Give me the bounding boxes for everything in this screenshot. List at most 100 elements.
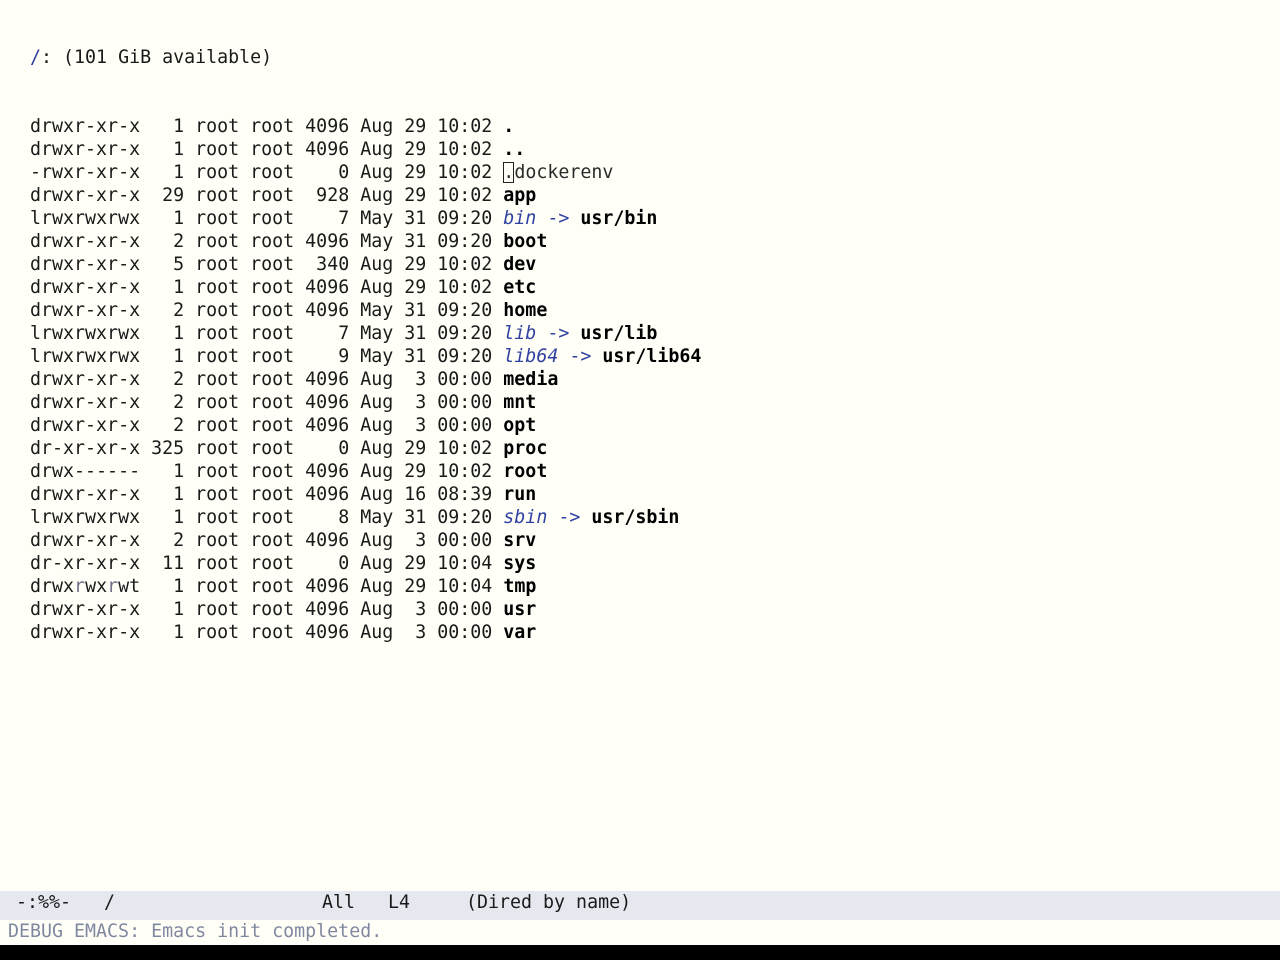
- file-name[interactable]: etc: [503, 277, 536, 298]
- file-row[interactable]: drwxr-xr-x 1 root root 4096 Aug 3 00:00 …: [8, 621, 1268, 644]
- file-name[interactable]: app: [503, 185, 536, 206]
- file-size: 4096: [294, 116, 350, 137]
- file-size: 0: [294, 162, 350, 183]
- file-row[interactable]: drwx------ 1 root root 4096 Aug 29 10:02…: [8, 460, 1268, 483]
- echo-area: DEBUG EMACS: Emacs init completed.: [8, 921, 383, 942]
- file-row[interactable]: drwxr-xr-x 1 root root 4096 Aug 29 10:02…: [8, 115, 1268, 138]
- file-links: 1: [140, 208, 185, 229]
- file-row[interactable]: drwxr-xr-x 2 root root 4096 Aug 3 00:00 …: [8, 391, 1268, 414]
- perm-other-write: r: [107, 576, 119, 597]
- file-date: Aug 3 00:00: [349, 415, 504, 436]
- file-row[interactable]: -rwxr-xr-x 1 root root 0 Aug 29 10:02 .d…: [8, 161, 1268, 184]
- dired-buffer[interactable]: /: (101 GiB available) drwxr-xr-x 1 root…: [8, 0, 1268, 885]
- file-name[interactable]: .: [503, 116, 514, 137]
- file-name[interactable]: root: [503, 461, 547, 482]
- file-owner: root: [184, 323, 240, 344]
- file-group: root: [239, 277, 295, 298]
- file-name[interactable]: tmp: [503, 576, 536, 597]
- file-name[interactable]: ..: [503, 139, 525, 160]
- symlink-target[interactable]: usr/lib64: [602, 346, 701, 367]
- file-row[interactable]: dr-xr-xr-x 11 root root 0 Aug 29 10:04 s…: [8, 552, 1268, 575]
- file-size: 4096: [294, 461, 350, 482]
- file-links: 1: [140, 277, 185, 298]
- file-name[interactable]: .dockerenv: [503, 162, 613, 183]
- file-row[interactable]: drwxr-xr-x 2 root root 4096 Aug 3 00:00 …: [8, 368, 1268, 391]
- file-row[interactable]: drwxr-xr-x 1 root root 4096 Aug 3 00:00 …: [8, 598, 1268, 621]
- file-row[interactable]: dr-xr-xr-x 325 root root 0 Aug 29 10:02 …: [8, 437, 1268, 460]
- file-name[interactable]: boot: [503, 231, 547, 252]
- file-group: root: [239, 392, 295, 413]
- file-size: 4096: [294, 576, 350, 597]
- file-name[interactable]: sys: [503, 553, 536, 574]
- file-name[interactable]: lib64: [503, 346, 558, 367]
- file-name[interactable]: home: [503, 300, 547, 321]
- file-row[interactable]: lrwxrwxrwx 1 root root 9 May 31 09:20 li…: [8, 345, 1268, 368]
- symlink-target[interactable]: usr/bin: [580, 208, 657, 229]
- dired-header: /: (101 GiB available): [8, 46, 1268, 69]
- file-row[interactable]: drwxr-xr-x 5 root root 340 Aug 29 10:02 …: [8, 253, 1268, 276]
- file-name[interactable]: lib: [503, 323, 536, 344]
- file-date: Aug 29 10:02: [349, 438, 504, 459]
- file-permissions: drwxr-xr-x: [30, 254, 141, 275]
- file-row[interactable]: drwxrwxrwt 1 root root 4096 Aug 29 10:04…: [8, 575, 1268, 598]
- modeline-buffer-name[interactable]: /: [104, 891, 115, 914]
- file-name[interactable]: media: [503, 369, 558, 390]
- file-links: 1: [140, 461, 185, 482]
- file-name[interactable]: mnt: [503, 392, 536, 413]
- file-group: root: [239, 185, 295, 206]
- file-links: 2: [140, 415, 185, 436]
- file-owner: root: [184, 438, 240, 459]
- file-owner: root: [184, 599, 240, 620]
- file-date: Aug 29 10:04: [349, 553, 504, 574]
- file-date: Aug 3 00:00: [349, 599, 504, 620]
- file-permissions: drwxr-xr-x: [30, 530, 141, 551]
- file-name[interactable]: var: [503, 622, 536, 643]
- file-links: 1: [140, 346, 185, 367]
- file-row[interactable]: drwxr-xr-x 2 root root 4096 Aug 3 00:00 …: [8, 529, 1268, 552]
- file-row[interactable]: drwxr-xr-x 1 root root 4096 Aug 29 10:02…: [8, 276, 1268, 299]
- file-name[interactable]: srv: [503, 530, 536, 551]
- file-permissions: drwxr-xr-x: [30, 139, 141, 160]
- file-row[interactable]: drwxr-xr-x 29 root root 928 Aug 29 10:02…: [8, 184, 1268, 207]
- file-row[interactable]: drwxr-xr-x 2 root root 4096 Aug 3 00:00 …: [8, 414, 1268, 437]
- file-permissions: drwxr-xr-x: [30, 599, 141, 620]
- header-path[interactable]: /: [30, 47, 41, 68]
- file-permissions: drwxrwxrwt: [30, 576, 141, 597]
- file-row[interactable]: lrwxrwxrwx 1 root root 7 May 31 09:20 li…: [8, 322, 1268, 345]
- file-owner: root: [184, 277, 240, 298]
- file-date: Aug 29 10:02: [349, 277, 504, 298]
- symlink-target[interactable]: usr/lib: [580, 323, 657, 344]
- file-links: 29: [140, 185, 185, 206]
- file-permissions: drwxr-xr-x: [30, 231, 141, 252]
- file-group: root: [239, 162, 295, 183]
- file-date: May 31 09:20: [349, 300, 504, 321]
- file-row[interactable]: drwxr-xr-x 2 root root 4096 May 31 09:20…: [8, 230, 1268, 253]
- file-row[interactable]: drwxr-xr-x 1 root root 4096 Aug 16 08:39…: [8, 483, 1268, 506]
- file-date: Aug 16 08:39: [349, 484, 504, 505]
- file-owner: root: [184, 185, 240, 206]
- symlink-target[interactable]: usr/sbin: [591, 507, 679, 528]
- file-name[interactable]: run: [503, 484, 536, 505]
- file-row[interactable]: lrwxrwxrwx 1 root root 8 May 31 09:20 sb…: [8, 506, 1268, 529]
- file-owner: root: [184, 622, 240, 643]
- file-row[interactable]: drwxr-xr-x 2 root root 4096 May 31 09:20…: [8, 299, 1268, 322]
- file-owner: root: [184, 553, 240, 574]
- file-name[interactable]: usr: [503, 599, 536, 620]
- file-row[interactable]: drwxr-xr-x 1 root root 4096 Aug 29 10:02…: [8, 138, 1268, 161]
- file-row[interactable]: lrwxrwxrwx 1 root root 7 May 31 09:20 bi…: [8, 207, 1268, 230]
- file-name[interactable]: sbin: [503, 507, 547, 528]
- file-name[interactable]: dev: [503, 254, 536, 275]
- file-permissions: drwx------: [30, 461, 141, 482]
- file-size: 4096: [294, 392, 350, 413]
- file-links: 1: [140, 162, 185, 183]
- file-date: May 31 09:20: [349, 323, 504, 344]
- modeline-major-mode[interactable]: (Dired by name): [466, 891, 631, 914]
- file-name[interactable]: opt: [503, 415, 536, 436]
- file-permissions: drwxr-xr-x: [30, 300, 141, 321]
- file-size: 4096: [294, 484, 350, 505]
- file-name[interactable]: bin: [503, 208, 536, 229]
- file-name[interactable]: proc: [503, 438, 547, 459]
- file-group: root: [239, 346, 295, 367]
- mode-line: -:%%- / All L4 (Dired by name): [0, 891, 1280, 920]
- symlink-arrow: ->: [536, 208, 581, 229]
